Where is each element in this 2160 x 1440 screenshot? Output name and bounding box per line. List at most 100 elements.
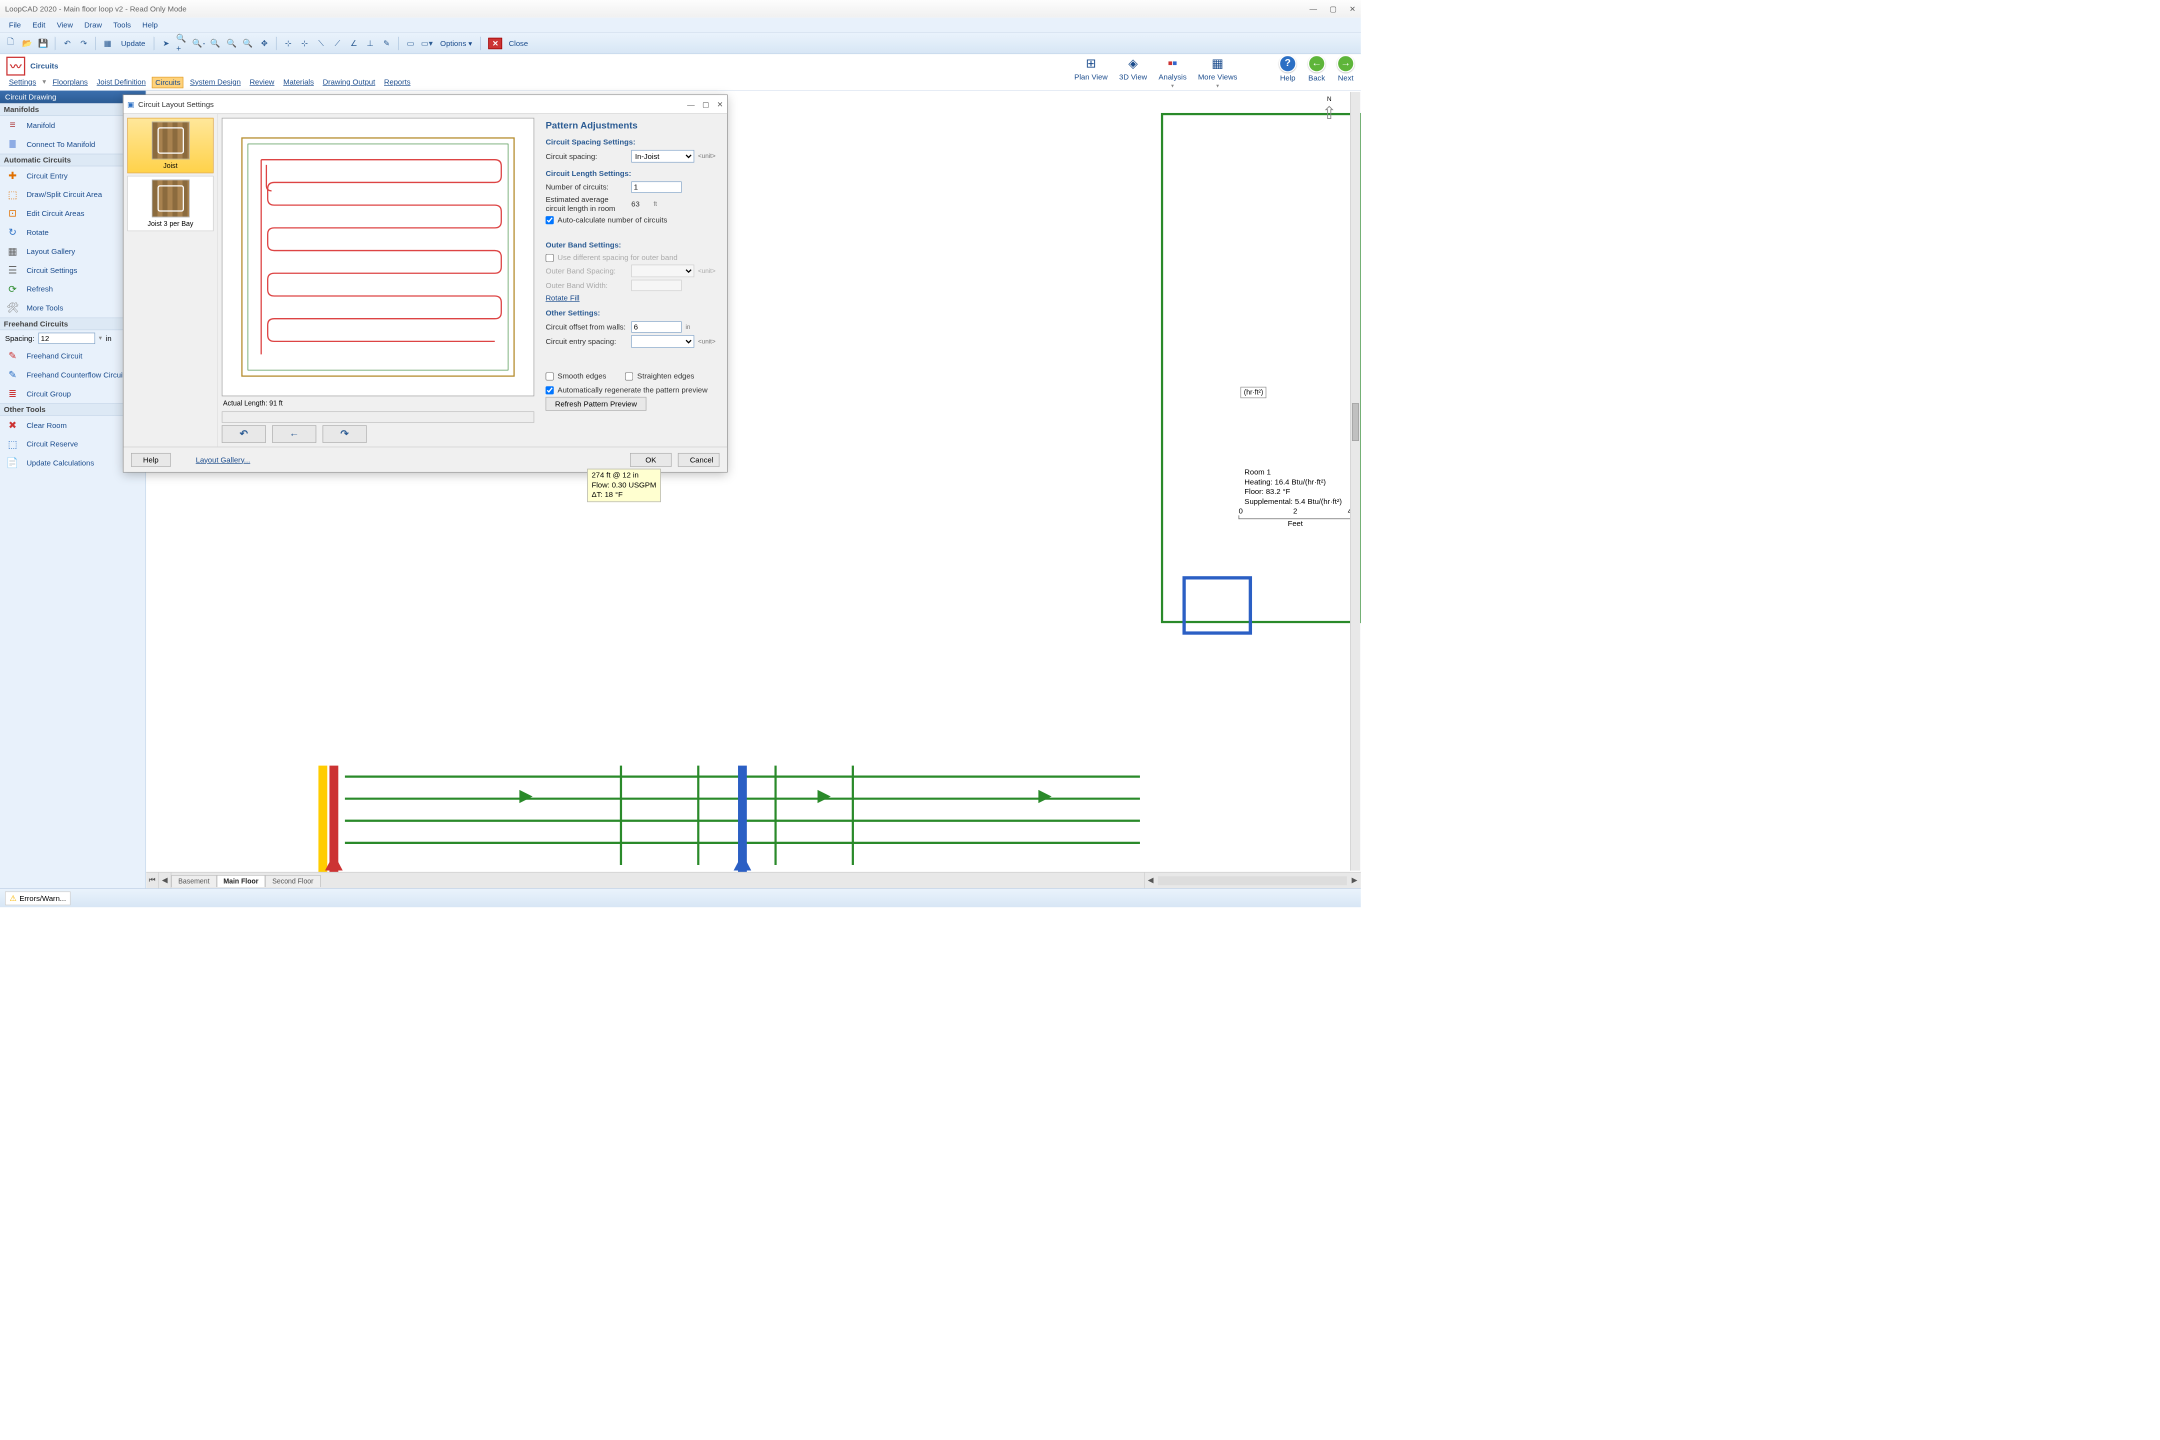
link-reports[interactable]: Reports [382, 77, 414, 88]
menu-edit[interactable]: Edit [27, 19, 50, 30]
circuits-logo-icon: 〰 [6, 56, 25, 75]
link-materials[interactable]: Materials [281, 77, 317, 88]
scale-bar: 024 Feet [1239, 507, 1352, 528]
menu-draw[interactable]: Draw [79, 19, 107, 30]
dialog-maximize-icon[interactable]: ▢ [702, 100, 709, 109]
measure2-icon[interactable]: ⟋ [331, 36, 345, 50]
spacing-input[interactable] [38, 333, 95, 344]
clear-icon: ✖ [5, 419, 20, 432]
link-review[interactable]: Review [247, 77, 277, 88]
menu-view[interactable]: View [52, 19, 78, 30]
snap1-icon[interactable]: ⊹ [281, 36, 295, 50]
draw-icon[interactable]: ✎ [380, 36, 394, 50]
next-button[interactable]: →Next [1337, 55, 1355, 83]
tools-icon: 🛠 [5, 302, 20, 315]
layers2-icon[interactable]: ▭▾ [420, 36, 434, 50]
horizontal-scrollbar[interactable] [1158, 876, 1347, 885]
options-dropdown[interactable]: Options ▾ [436, 37, 476, 48]
refresh-preview-button[interactable]: Refresh Pattern Preview [546, 397, 647, 411]
link-floorplans[interactable]: Floorplans [50, 77, 90, 88]
tab-nav-prev-icon[interactable]: ◀ [159, 873, 172, 889]
back-button[interactable]: ←Back [1308, 55, 1326, 83]
layout-gallery-link[interactable]: Layout Gallery... [196, 455, 250, 464]
tab-nav-first-icon[interactable]: ⏮ [146, 873, 159, 889]
zoom-prev-icon[interactable]: 🔍 [241, 36, 255, 50]
redo-preview-button[interactable]: ↷ [323, 425, 367, 443]
update-button[interactable]: Update [117, 37, 149, 48]
titlebar: LoopCAD 2020 - Main floor loop v2 - Read… [0, 0, 1361, 18]
measure1-icon[interactable]: ⟍ [314, 36, 328, 50]
smooth-checkbox[interactable] [546, 372, 554, 380]
link-joist[interactable]: Joist Definition [94, 77, 148, 88]
link-system[interactable]: System Design [187, 77, 243, 88]
3d-view-button[interactable]: ◈3D View [1119, 55, 1147, 81]
entry-spacing-select[interactable] [631, 335, 694, 348]
minimize-icon[interactable]: — [1310, 4, 1318, 13]
link-settings[interactable]: Settings [6, 77, 38, 88]
more-views-button[interactable]: ▦More Views▾ [1198, 55, 1237, 90]
tab-basement[interactable]: Basement [171, 875, 216, 887]
cube-icon: ◈ [1124, 55, 1143, 71]
rotate-icon: ↻ [5, 226, 20, 239]
save-icon[interactable]: 💾 [37, 36, 51, 50]
grid-icon[interactable]: ▦ [101, 36, 115, 50]
ok-button[interactable]: OK [630, 453, 672, 467]
errors-button[interactable]: ⚠ Errors/Warn... [5, 891, 70, 905]
undo-icon[interactable]: ↶ [60, 36, 74, 50]
panel-title: Pattern Adjustments [546, 120, 720, 131]
menu-file[interactable]: File [4, 19, 26, 30]
undo-preview-button[interactable]: ↶ [222, 425, 266, 443]
vertical-scrollbar[interactable] [1350, 92, 1360, 871]
help-button[interactable]: ?Help [1279, 55, 1297, 83]
close-x-icon[interactable]: ✕ [489, 37, 503, 48]
hscroll-left-icon[interactable]: ◀ [1144, 873, 1157, 889]
analysis-button[interactable]: ■■Analysis▾ [1158, 55, 1186, 90]
pan-icon[interactable]: ✥ [257, 36, 271, 50]
layers1-icon[interactable]: ▭ [404, 36, 418, 50]
outer-diff-checkbox[interactable] [546, 254, 554, 262]
num-circuits-input[interactable] [631, 181, 681, 192]
back-preview-button[interactable]: ← [272, 425, 316, 443]
dialog-minimize-icon[interactable]: — [687, 100, 695, 109]
straighten-checkbox[interactable] [625, 372, 633, 380]
dialog-help-button[interactable]: Help [131, 453, 170, 467]
maximize-icon[interactable]: ▢ [1330, 4, 1337, 13]
offset-input[interactable] [631, 321, 681, 332]
zoom-window-icon[interactable]: 🔍 [208, 36, 222, 50]
link-output[interactable]: Drawing Output [320, 77, 378, 88]
pattern-joist3[interactable]: Joist 3 per Bay [127, 176, 213, 231]
zoom-out-icon[interactable]: 🔍- [192, 36, 206, 50]
close-button[interactable]: Close [505, 37, 532, 48]
close-window-icon[interactable]: ✕ [1349, 4, 1355, 13]
freehand-icon: ✎ [5, 350, 20, 363]
dialog-close-icon[interactable]: ✕ [717, 100, 723, 109]
new-icon[interactable]: 🗋 [4, 36, 18, 50]
link-circuits[interactable]: Circuits [152, 77, 184, 88]
cancel-button[interactable]: Cancel [678, 453, 720, 467]
menu-help[interactable]: Help [137, 19, 163, 30]
dialog-title: Circuit Layout Settings [138, 100, 214, 109]
progress-bar [222, 411, 534, 422]
autocalc-checkbox[interactable] [546, 216, 554, 224]
redo-icon[interactable]: ↷ [77, 36, 91, 50]
perp-icon[interactable]: ⊥ [363, 36, 377, 50]
tab-mainfloor[interactable]: Main Floor [216, 875, 265, 887]
next-arrow-icon: → [1337, 55, 1355, 73]
group-icon: ≣ [5, 387, 20, 400]
zoom-in-icon[interactable]: 🔍+ [176, 36, 190, 50]
snap2-icon[interactable]: ⊹ [298, 36, 312, 50]
open-icon[interactable]: 📂 [20, 36, 34, 50]
angle-icon[interactable]: ∠ [347, 36, 361, 50]
tab-secondfloor[interactable]: Second Floor [265, 875, 320, 887]
actual-length: Actual Length: 91 ft [222, 399, 534, 409]
rotate-fill-link[interactable]: Rotate Fill [546, 294, 580, 303]
room-info: Room 1 Heating: 16.4 Btu/(hr·ft²) Floor:… [1244, 467, 1341, 506]
zoom-extents-icon[interactable]: 🔍 [225, 36, 239, 50]
circuit-spacing-select[interactable]: In-Joist [631, 150, 694, 163]
hscroll-right-icon[interactable]: ▶ [1348, 873, 1361, 889]
pattern-joist[interactable]: Joist [127, 118, 213, 173]
menu-tools[interactable]: Tools [108, 19, 136, 30]
autoregen-checkbox[interactable] [546, 386, 554, 394]
pointer-icon[interactable]: ➤ [159, 36, 173, 50]
plan-view-button[interactable]: ⊞Plan View [1074, 55, 1107, 81]
